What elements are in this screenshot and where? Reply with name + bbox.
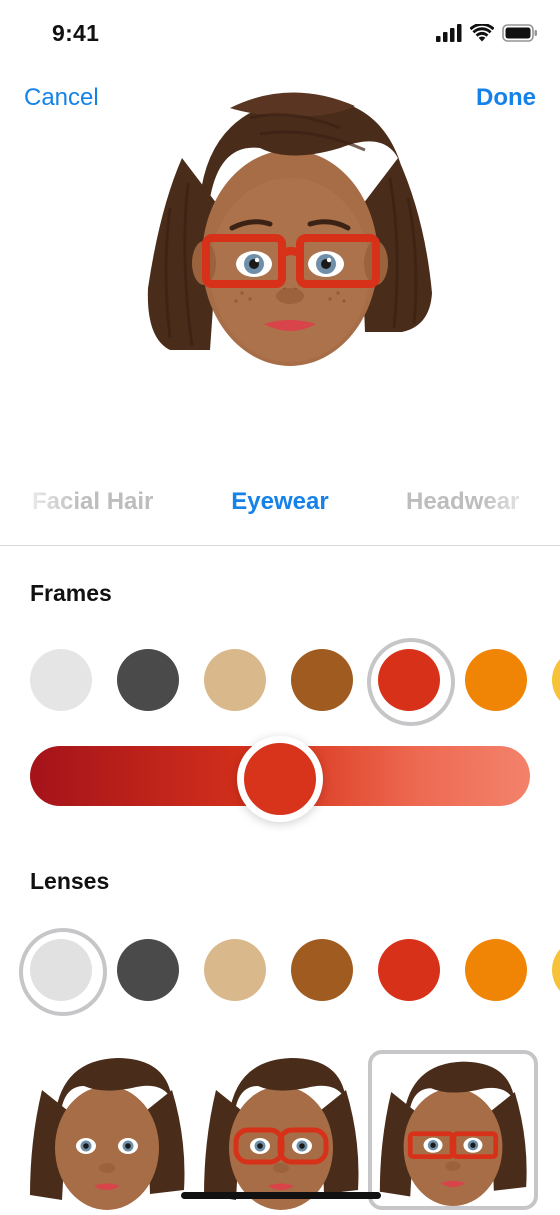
status-icons (436, 24, 538, 42)
fade-right (480, 482, 560, 526)
category-picker: Facial Hair Eyewear Headwear (0, 482, 560, 526)
frame-color-swatch[interactable] (117, 649, 179, 711)
lenses-color-swatches (0, 920, 560, 1020)
lens-color-swatch[interactable] (291, 939, 353, 1001)
eyewear-style-options (0, 1050, 560, 1212)
memoji-thumbnail (204, 1058, 359, 1210)
frames-title: Frames (30, 580, 112, 606)
frame-color-swatch[interactable] (291, 649, 353, 711)
cancel-button[interactable]: Cancel (24, 84, 99, 112)
lens-color-swatch[interactable] (19, 928, 107, 1016)
lens-color-swatch[interactable] (117, 939, 179, 1001)
memoji-thumbnail (30, 1058, 185, 1210)
style-option-round-frames[interactable] (196, 1050, 366, 1210)
frames-shade-slider-thumb[interactable] (237, 736, 323, 822)
done-button[interactable]: Done (476, 84, 536, 112)
battery-icon (502, 24, 537, 42)
divider (0, 545, 560, 546)
cellular-signal-icon (436, 24, 462, 42)
lens-color-swatch[interactable] (204, 939, 266, 1001)
frame-color-swatch[interactable] (30, 649, 92, 711)
style-option-no-glasses[interactable] (22, 1050, 192, 1210)
lens-color-swatch[interactable] (552, 939, 560, 1001)
fade-left (0, 482, 80, 526)
lenses-title: Lenses (30, 868, 110, 894)
status-bar: 9:41 (0, 0, 560, 70)
home-indicator (181, 1192, 381, 1199)
status-time: 9:41 (52, 20, 100, 46)
lens-color-swatch[interactable] (465, 939, 527, 1001)
wifi-icon (470, 24, 494, 42)
style-option-rectangular-frames[interactable] (368, 1050, 538, 1210)
frame-color-swatch[interactable] (204, 649, 266, 711)
frames-color-swatches (0, 630, 560, 730)
lens-color-swatch[interactable] (378, 939, 440, 1001)
frame-color-swatch[interactable] (552, 649, 560, 711)
frame-color-swatch[interactable] (367, 638, 455, 726)
memoji-thumbnail (379, 1061, 527, 1206)
memoji-avatar-preview (147, 92, 432, 366)
frame-color-swatch[interactable] (465, 649, 527, 711)
